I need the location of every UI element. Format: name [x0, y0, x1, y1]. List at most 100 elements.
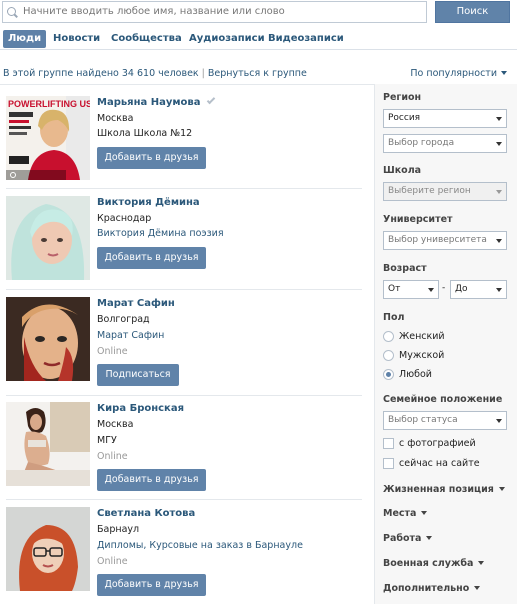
- person-link[interactable]: Дипломы, Курсовые на заказ в Барнауле: [97, 540, 303, 551]
- online-now-checkbox[interactable]: [383, 458, 394, 469]
- person-name[interactable]: Виктория Дёмина: [97, 197, 200, 208]
- family-status-select[interactable]: Выбор статуса: [383, 411, 507, 430]
- region-heading: Регион: [383, 92, 422, 103]
- life-position-section[interactable]: Жизненная позиция: [383, 484, 505, 495]
- tab-people[interactable]: Люди: [3, 30, 47, 48]
- person-university: МГУ: [97, 435, 117, 446]
- person-city: Москва: [97, 419, 134, 430]
- tab-video[interactable]: Видеозаписи: [263, 30, 349, 48]
- person-link[interactable]: Марат Сафин: [97, 330, 164, 341]
- places-section[interactable]: Места: [383, 508, 428, 519]
- sort-label: По популярности: [410, 68, 497, 79]
- divider: [6, 395, 362, 396]
- school-value: Выберите регион: [388, 186, 471, 196]
- add-friend-button[interactable]: Добавить в друзья: [97, 147, 206, 169]
- chevron-down-icon: [478, 561, 485, 565]
- add-friend-button[interactable]: Добавить в друзья: [97, 574, 206, 596]
- divider: [6, 289, 362, 290]
- chevron-down-icon: [496, 239, 502, 243]
- online-status: Online: [97, 556, 128, 567]
- chevron-down-icon: [496, 142, 502, 146]
- person-city: Москва: [97, 113, 134, 124]
- person-name[interactable]: Светлана Котова: [97, 508, 195, 519]
- verified-check-icon: [206, 95, 215, 105]
- online-status: Online: [97, 451, 128, 462]
- gender-heading: Пол: [383, 312, 405, 323]
- person-name[interactable]: Марьяна Наумова: [97, 95, 215, 108]
- search-tabs: Люди Новости Сообщества Аудиозаписи Виде…: [0, 28, 517, 50]
- online-now-label[interactable]: сейчас на сайте: [399, 458, 480, 469]
- tab-audio[interactable]: Аудиозаписи: [184, 30, 270, 48]
- age-from-select[interactable]: От: [383, 280, 439, 299]
- family-status-value: Выбор статуса: [388, 415, 458, 425]
- chevron-down-icon: [498, 487, 505, 491]
- additional-section[interactable]: Дополнительно: [383, 583, 481, 594]
- gender-male-label[interactable]: Мужской: [399, 350, 444, 361]
- city-value: Выбор города: [388, 138, 455, 148]
- person-name[interactable]: Марат Сафин: [97, 298, 175, 309]
- search-icon: [7, 7, 16, 16]
- person-name[interactable]: Кира Бронская: [97, 403, 184, 414]
- results-summary: В этой группе найдено 34 610 человек | Вер…: [3, 68, 307, 79]
- section-label: Жизненная позиция: [383, 484, 494, 495]
- family-status-heading: Семейное положение: [383, 394, 503, 405]
- avatar[interactable]: POWERLIFTING USA: [6, 96, 90, 180]
- chevron-down-icon: [496, 419, 502, 423]
- military-section[interactable]: Военная служба: [383, 558, 485, 569]
- school-select[interactable]: Выберите регион: [383, 182, 507, 201]
- city-select[interactable]: Выбор города: [383, 134, 507, 153]
- tab-news[interactable]: Новости: [48, 30, 105, 48]
- gender-female-radio[interactable]: [383, 331, 394, 342]
- person-city: Краснодар: [97, 213, 152, 224]
- age-from-value: От: [388, 284, 401, 294]
- university-value: Выбор университета: [388, 235, 487, 245]
- filters-sidebar: Регион Россия Выбор города Школа Выберит…: [374, 84, 517, 604]
- university-select[interactable]: Выбор университета: [383, 231, 507, 250]
- add-friend-button[interactable]: Добавить в друзья: [97, 469, 206, 491]
- chevron-down-icon: [496, 117, 502, 121]
- avatar[interactable]: [6, 297, 90, 381]
- age-range-dash: -: [442, 283, 446, 293]
- chevron-down-icon: [428, 288, 434, 292]
- subscribe-button[interactable]: Подписаться: [97, 364, 179, 386]
- gender-any-label[interactable]: Любой: [399, 369, 432, 380]
- avatar[interactable]: [6, 507, 90, 591]
- chevron-down-icon: [496, 288, 502, 292]
- search-input[interactable]: Начните вводить любое имя, название или …: [2, 1, 427, 23]
- person-city: Волгоград: [97, 314, 150, 325]
- chevron-down-icon: [496, 190, 502, 194]
- divider: [0, 84, 374, 85]
- tab-communities[interactable]: Сообщества: [106, 30, 187, 48]
- results-count: В этой группе найдено 34 610 человек: [3, 68, 199, 79]
- back-to-group-link[interactable]: Вернуться к группе: [208, 68, 307, 79]
- search-button[interactable]: Поиск: [435, 1, 510, 23]
- search-bar: Начните вводить любое имя, название или …: [0, 0, 517, 28]
- divider: [6, 188, 362, 189]
- age-to-select[interactable]: До: [450, 280, 507, 299]
- section-label: Дополнительно: [383, 583, 470, 594]
- chevron-down-icon: [501, 71, 507, 75]
- gender-male-radio[interactable]: [383, 350, 394, 361]
- avatar[interactable]: [6, 402, 90, 486]
- chevron-down-icon: [421, 511, 428, 515]
- with-photo-label[interactable]: с фотографией: [399, 438, 476, 449]
- with-photo-checkbox[interactable]: [383, 438, 394, 449]
- add-friend-button[interactable]: Добавить в друзья: [97, 247, 206, 269]
- work-section[interactable]: Работа: [383, 533, 433, 544]
- person-link[interactable]: Виктория Дёмина поэзия: [97, 228, 224, 239]
- magazine-cover-text: POWERLIFTING USA: [8, 99, 90, 109]
- person-city: Барнаул: [97, 524, 140, 535]
- avatar[interactable]: [6, 196, 90, 280]
- chevron-down-icon: [426, 536, 433, 540]
- age-heading: Возраст: [383, 263, 427, 274]
- country-value: Россия: [388, 113, 421, 123]
- gender-any-radio[interactable]: [383, 369, 394, 380]
- online-status: Online: [97, 346, 128, 357]
- gender-female-label[interactable]: Женский: [399, 331, 445, 342]
- country-select[interactable]: Россия: [383, 109, 507, 128]
- section-label: Военная служба: [383, 558, 474, 569]
- person-school: Школа Школа №12: [97, 128, 193, 139]
- chevron-down-icon: [474, 586, 481, 590]
- sort-dropdown[interactable]: По популярности: [410, 68, 507, 79]
- divider: [6, 499, 362, 500]
